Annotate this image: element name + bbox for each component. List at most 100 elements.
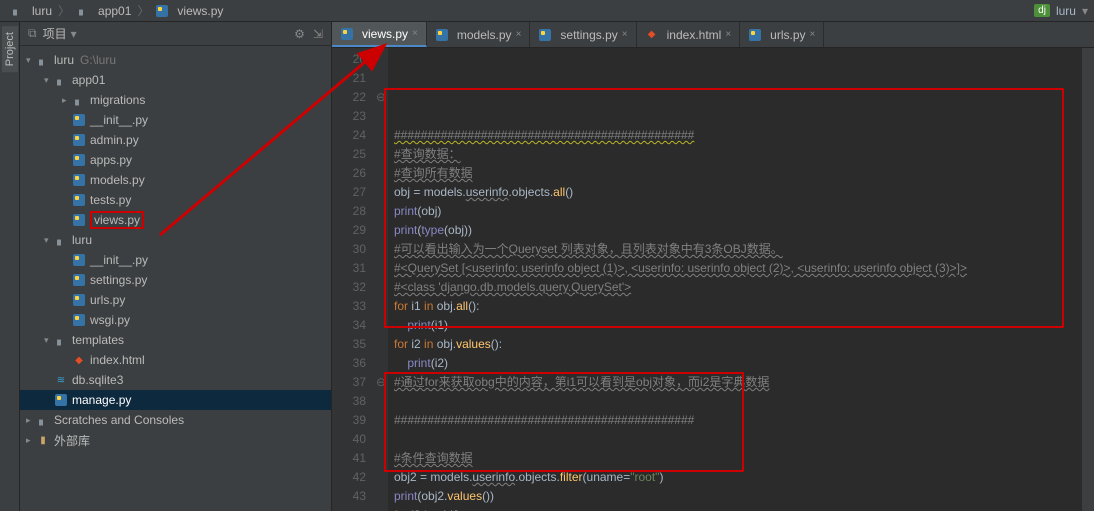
- tree-node[interactable]: apps.py: [20, 150, 331, 170]
- tree-node[interactable]: ▸▮外部库: [20, 430, 331, 450]
- tree-node[interactable]: ≋db.sqlite3: [20, 370, 331, 390]
- line-number: 24: [332, 126, 366, 145]
- fold-marker-icon[interactable]: ⊖: [374, 88, 388, 107]
- editor-tab[interactable]: urls.py×: [740, 22, 824, 47]
- tree-node[interactable]: urls.py: [20, 290, 331, 310]
- code-content[interactable]: ########################################…: [388, 48, 1082, 511]
- code-line[interactable]: #<class 'django.db.models.query.QuerySet…: [394, 278, 1076, 297]
- fold-marker-icon: [374, 316, 388, 335]
- fold-marker-icon: [374, 145, 388, 164]
- tree-node[interactable]: models.py: [20, 170, 331, 190]
- tree-node[interactable]: ▸▖migrations: [20, 90, 331, 110]
- tree-node[interactable]: wsgi.py: [20, 310, 331, 330]
- fold-marker-icon: [374, 297, 388, 316]
- fold-marker-icon: [374, 221, 388, 240]
- code-line[interactable]: #<QuerySet [<userinfo: userinfo object (…: [394, 259, 1076, 278]
- fold-marker-icon: [374, 430, 388, 449]
- editor-tabs: views.py×models.py×settings.py×◆index.ht…: [332, 22, 1094, 48]
- code-line[interactable]: #查询所有数据: [394, 164, 1076, 183]
- code-line[interactable]: #查询数据：: [394, 145, 1076, 164]
- close-icon[interactable]: ×: [725, 29, 731, 40]
- dropdown-arrow-icon[interactable]: ▾: [1082, 4, 1088, 18]
- code-line[interactable]: [394, 430, 1076, 449]
- tree-node[interactable]: views.py: [20, 210, 331, 230]
- code-line[interactable]: print(i1): [394, 316, 1076, 335]
- editor-tab[interactable]: settings.py×: [530, 22, 636, 47]
- tree-node[interactable]: __init__.py: [20, 110, 331, 130]
- line-number: 29: [332, 221, 366, 240]
- tree-node[interactable]: ▾▖luru: [20, 230, 331, 250]
- close-icon[interactable]: ×: [622, 29, 628, 40]
- breadcrumb: ▖luru〉▖app01〉views.py: [6, 2, 227, 20]
- line-number: 22: [332, 88, 366, 107]
- tree-node[interactable]: ▾▖luruG:\luru: [20, 50, 331, 70]
- breadcrumb-item[interactable]: ▖app01: [72, 2, 135, 20]
- breadcrumb-item[interactable]: ▖luru: [6, 2, 56, 20]
- line-number: 35: [332, 335, 366, 354]
- code-line[interactable]: for i1 in obj.all():: [394, 297, 1076, 316]
- line-number: 37: [332, 373, 366, 392]
- code-line[interactable]: print(type(obj)): [394, 221, 1076, 240]
- fold-marker-icon: [374, 354, 388, 373]
- close-icon[interactable]: ×: [412, 28, 418, 39]
- code-line[interactable]: for i2 in obj.values():: [394, 335, 1076, 354]
- fold-marker-icon[interactable]: ⊖: [374, 373, 388, 392]
- tree-node[interactable]: tests.py: [20, 190, 331, 210]
- breadcrumb-separator-icon: 〉: [58, 2, 70, 19]
- fold-marker-icon: [374, 335, 388, 354]
- line-number: 27: [332, 183, 366, 202]
- fold-marker-icon: [374, 164, 388, 183]
- fold-marker-icon: [374, 468, 388, 487]
- fold-marker-icon: [374, 126, 388, 145]
- tree-node[interactable]: __init__.py: [20, 250, 331, 270]
- editor[interactable]: 2021222324252627282930313233343536373839…: [332, 48, 1094, 511]
- panel-title: 项目: [43, 25, 67, 42]
- tree-node[interactable]: admin.py: [20, 130, 331, 150]
- line-number: 21: [332, 69, 366, 88]
- tree-node[interactable]: ▾▖app01: [20, 70, 331, 90]
- code-line[interactable]: obj = models.userinfo.objects.all(): [394, 183, 1076, 202]
- panel-settings-icon[interactable]: ⚙: [294, 27, 305, 41]
- code-line[interactable]: ########################################…: [394, 411, 1076, 430]
- line-number: 31: [332, 259, 366, 278]
- code-line[interactable]: #通过for来获取obg中的内容，第i1可以看到是obj对象，而i2是字典数据: [394, 373, 1076, 392]
- project-tree[interactable]: ▾▖luruG:\luru▾▖app01▸▖migrations__init__…: [20, 46, 331, 511]
- tree-node[interactable]: settings.py: [20, 270, 331, 290]
- editor-area: views.py×models.py×settings.py×◆index.ht…: [332, 22, 1094, 511]
- top-toolbar: ▖luru〉▖app01〉views.py dj luru ▾: [0, 0, 1094, 22]
- run-config-dropdown[interactable]: luru: [1056, 4, 1076, 18]
- editor-tab[interactable]: views.py×: [332, 22, 427, 47]
- tree-node[interactable]: ▸▖Scratches and Consoles: [20, 410, 331, 430]
- code-line[interactable]: #可以看出输入为一个Queryset 列表对象，且列表对象中有3条OBJ数据。: [394, 240, 1076, 259]
- code-line[interactable]: [394, 392, 1076, 411]
- tree-node[interactable]: ◆index.html: [20, 350, 331, 370]
- project-tool-tab[interactable]: Project: [2, 26, 18, 72]
- code-line[interactable]: print(obj): [394, 202, 1076, 221]
- close-icon[interactable]: ×: [516, 29, 522, 40]
- fold-column[interactable]: ⊖⊖: [374, 48, 388, 511]
- code-line[interactable]: #条件查询数据: [394, 449, 1076, 468]
- fold-marker-icon: [374, 449, 388, 468]
- code-line[interactable]: print(obj2.values()): [394, 487, 1076, 506]
- fold-marker-icon: [374, 183, 388, 202]
- code-line[interactable]: for i3 in obj2:: [394, 506, 1076, 511]
- editor-scrollbar[interactable]: [1082, 48, 1094, 511]
- line-number: 25: [332, 145, 366, 164]
- breadcrumb-item[interactable]: views.py: [151, 2, 227, 20]
- panel-hide-icon[interactable]: ⇲: [313, 27, 323, 41]
- code-line[interactable]: ########################################…: [394, 126, 1076, 145]
- code-line[interactable]: obj2 = models.userinfo.objects.filter(un…: [394, 468, 1076, 487]
- fold-marker-icon: [374, 50, 388, 69]
- tree-node[interactable]: manage.py: [20, 390, 331, 410]
- code-line[interactable]: print(i2): [394, 354, 1076, 373]
- close-icon[interactable]: ×: [810, 29, 816, 40]
- line-number: 40: [332, 430, 366, 449]
- line-number: 33: [332, 297, 366, 316]
- fold-marker-icon: [374, 259, 388, 278]
- line-number: 28: [332, 202, 366, 221]
- line-gutter: 2021222324252627282930313233343536373839…: [332, 48, 374, 511]
- editor-tab[interactable]: ◆index.html×: [637, 22, 741, 47]
- project-panel-header: ⧉ 项目 ▾ ⚙ ⇲: [20, 22, 331, 46]
- editor-tab[interactable]: models.py×: [427, 22, 531, 47]
- tree-node[interactable]: ▾▖templates: [20, 330, 331, 350]
